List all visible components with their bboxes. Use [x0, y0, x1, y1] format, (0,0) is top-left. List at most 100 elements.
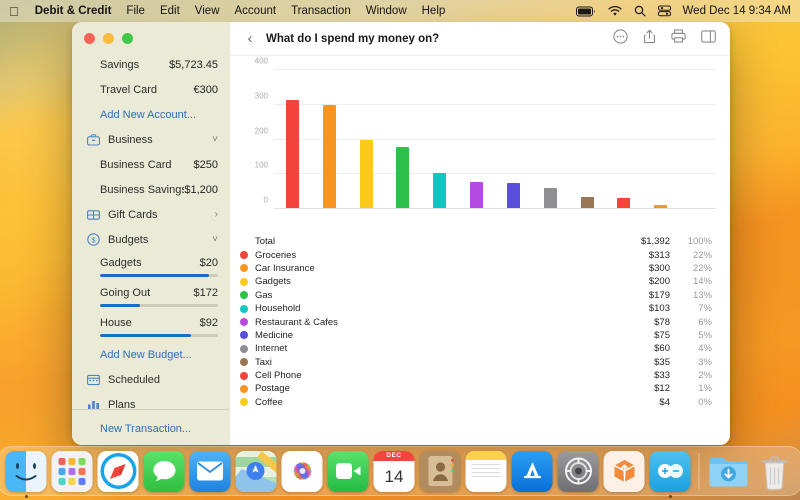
budget-item-house[interactable]: House $92 [72, 312, 230, 342]
chart-bar-slot[interactable] [532, 70, 569, 209]
dock-item-parcel[interactable] [604, 451, 645, 492]
legend-rows: Groceries$31322%Car Insurance$30022%Gadg… [240, 248, 712, 409]
dock-item-settings[interactable] [558, 451, 599, 492]
menu-account[interactable]: Account [235, 5, 277, 17]
chart-bar-slot[interactable] [348, 70, 385, 209]
apple-menu-icon[interactable]:  [9, 5, 19, 18]
legend-row[interactable]: Coffee$40% [240, 396, 712, 409]
menu-view[interactable]: View [195, 5, 220, 17]
legend-row[interactable]: Postage$121% [240, 382, 712, 395]
sidebar-item-plans[interactable]: Plans [72, 392, 230, 409]
legend-color-dot [240, 264, 248, 272]
sidebar-group-business[interactable]: Business ˅ [72, 127, 230, 152]
sidebar-item-scheduled[interactable]: Scheduled [72, 367, 230, 392]
sidebar-group-gift-cards[interactable]: Gift Cards › [72, 202, 230, 227]
chart-x-axis [274, 208, 716, 209]
budget-progress-fill [100, 304, 140, 307]
chart-bar[interactable] [470, 182, 483, 209]
chart-bar[interactable] [507, 183, 520, 209]
dock-item-photos[interactable] [282, 451, 323, 492]
add-new-budget-link[interactable]: Add New Budget... [72, 342, 230, 367]
chart-bar-slot[interactable] [384, 70, 421, 209]
dock-item-mail[interactable] [190, 451, 231, 492]
sidebar-group-budgets[interactable]: $ Budgets ˅ [72, 227, 230, 252]
print-icon[interactable] [671, 29, 686, 48]
legend-row[interactable]: Gadgets$20014% [240, 275, 712, 288]
maximize-button[interactable] [122, 33, 133, 44]
add-new-account-link[interactable]: Add New Account... [72, 102, 230, 127]
sidebar-item-travel-card[interactable]: Travel Card €300 [72, 77, 230, 102]
sidebar-item-business-card[interactable]: Business Card $250 [72, 152, 230, 177]
menu-help[interactable]: Help [422, 5, 446, 17]
chevron-down-icon[interactable]: ˅ [212, 234, 218, 245]
legend-row[interactable]: Internet$604% [240, 342, 712, 355]
more-circle-icon[interactable] [613, 29, 628, 49]
legend-amount: $4 [608, 397, 670, 408]
svg-text:$: $ [91, 235, 95, 244]
budget-value: $92 [200, 317, 218, 329]
sidebar-item-business-savings[interactable]: Business Savings $1,200 [72, 177, 230, 202]
dock-item-launchpad[interactable] [52, 451, 93, 492]
control-center-icon[interactable] [658, 5, 671, 17]
chart-bar-slot[interactable] [679, 70, 716, 209]
chevron-left-icon[interactable]: ‹ [240, 29, 260, 49]
chart-bar-slot[interactable] [495, 70, 532, 209]
legend-row[interactable]: Car Insurance$30022% [240, 262, 712, 275]
dock-item-notes[interactable] [466, 451, 507, 492]
legend-row[interactable]: Gas$17913% [240, 289, 712, 302]
chevron-right-icon[interactable]: › [215, 209, 218, 220]
legend-row[interactable]: Medicine$755% [240, 329, 712, 342]
menu-edit[interactable]: Edit [160, 5, 180, 17]
sidebar-toggle-icon[interactable] [701, 30, 716, 48]
dock-item-finder[interactable] [6, 451, 47, 492]
search-icon[interactable] [634, 5, 646, 17]
dock-item-debit-credit[interactable] [650, 451, 691, 492]
chart-bar[interactable] [544, 188, 557, 209]
dock-item-contacts[interactable] [420, 451, 461, 492]
dock-item-maps[interactable] [236, 451, 277, 492]
dock-item-appstore[interactable] [512, 451, 553, 492]
menu-app-name[interactable]: Debit & Credit [35, 5, 112, 17]
chart-bar-slot[interactable] [274, 70, 311, 209]
menubar-clock[interactable]: Wed Dec 14 9:34 AM [683, 5, 791, 17]
legend-row[interactable]: Household$1037% [240, 302, 712, 315]
chart-bar[interactable] [323, 105, 336, 209]
sidebar-scroll[interactable]: Savings $5,723.45 Travel Card €300 Add N… [72, 50, 230, 409]
chart-bar-slot[interactable] [605, 70, 642, 209]
legend-category-label: Postage [255, 383, 608, 394]
new-transaction-link[interactable]: New Transaction... [100, 423, 191, 435]
chart-bar-slot[interactable] [458, 70, 495, 209]
share-icon[interactable] [643, 29, 656, 49]
dock-item-trash[interactable] [754, 451, 795, 492]
legend-color-dot [240, 372, 248, 380]
chart-bar[interactable] [360, 140, 373, 210]
legend-row[interactable]: Restaurant & Cafes$786% [240, 315, 712, 328]
dock-item-safari[interactable] [98, 451, 139, 492]
battery-icon[interactable] [576, 6, 596, 17]
dock-item-calendar[interactable]: DEC 14 [374, 451, 415, 492]
sidebar-item-savings[interactable]: Savings $5,723.45 [72, 52, 230, 77]
legend-row[interactable]: Taxi$353% [240, 356, 712, 369]
dock-item-downloads[interactable] [708, 451, 749, 492]
menu-file[interactable]: File [126, 5, 145, 17]
chart-bar-slot[interactable] [421, 70, 458, 209]
budget-item-gadgets[interactable]: Gadgets $20 [72, 252, 230, 282]
legend-row[interactable]: Cell Phone$332% [240, 369, 712, 382]
chart-bar[interactable] [396, 147, 409, 209]
legend-category-label: Restaurant & Cafes [255, 317, 608, 328]
close-button[interactable] [84, 33, 95, 44]
menu-window[interactable]: Window [366, 5, 407, 17]
chart-bar-slot[interactable] [569, 70, 606, 209]
chart-bar-slot[interactable] [311, 70, 348, 209]
dock-item-facetime[interactable] [328, 451, 369, 492]
menu-transaction[interactable]: Transaction [291, 5, 351, 17]
chart-bar[interactable] [433, 173, 446, 209]
chart-bar[interactable] [286, 100, 299, 209]
minimize-button[interactable] [103, 33, 114, 44]
wifi-icon[interactable] [608, 6, 622, 17]
legend-row[interactable]: Groceries$31322% [240, 248, 712, 261]
chevron-down-icon[interactable]: ˅ [212, 134, 218, 145]
budget-item-going-out[interactable]: Going Out $172 [72, 282, 230, 312]
dock-item-messages[interactable] [144, 451, 185, 492]
chart-bar-slot[interactable] [642, 70, 679, 209]
